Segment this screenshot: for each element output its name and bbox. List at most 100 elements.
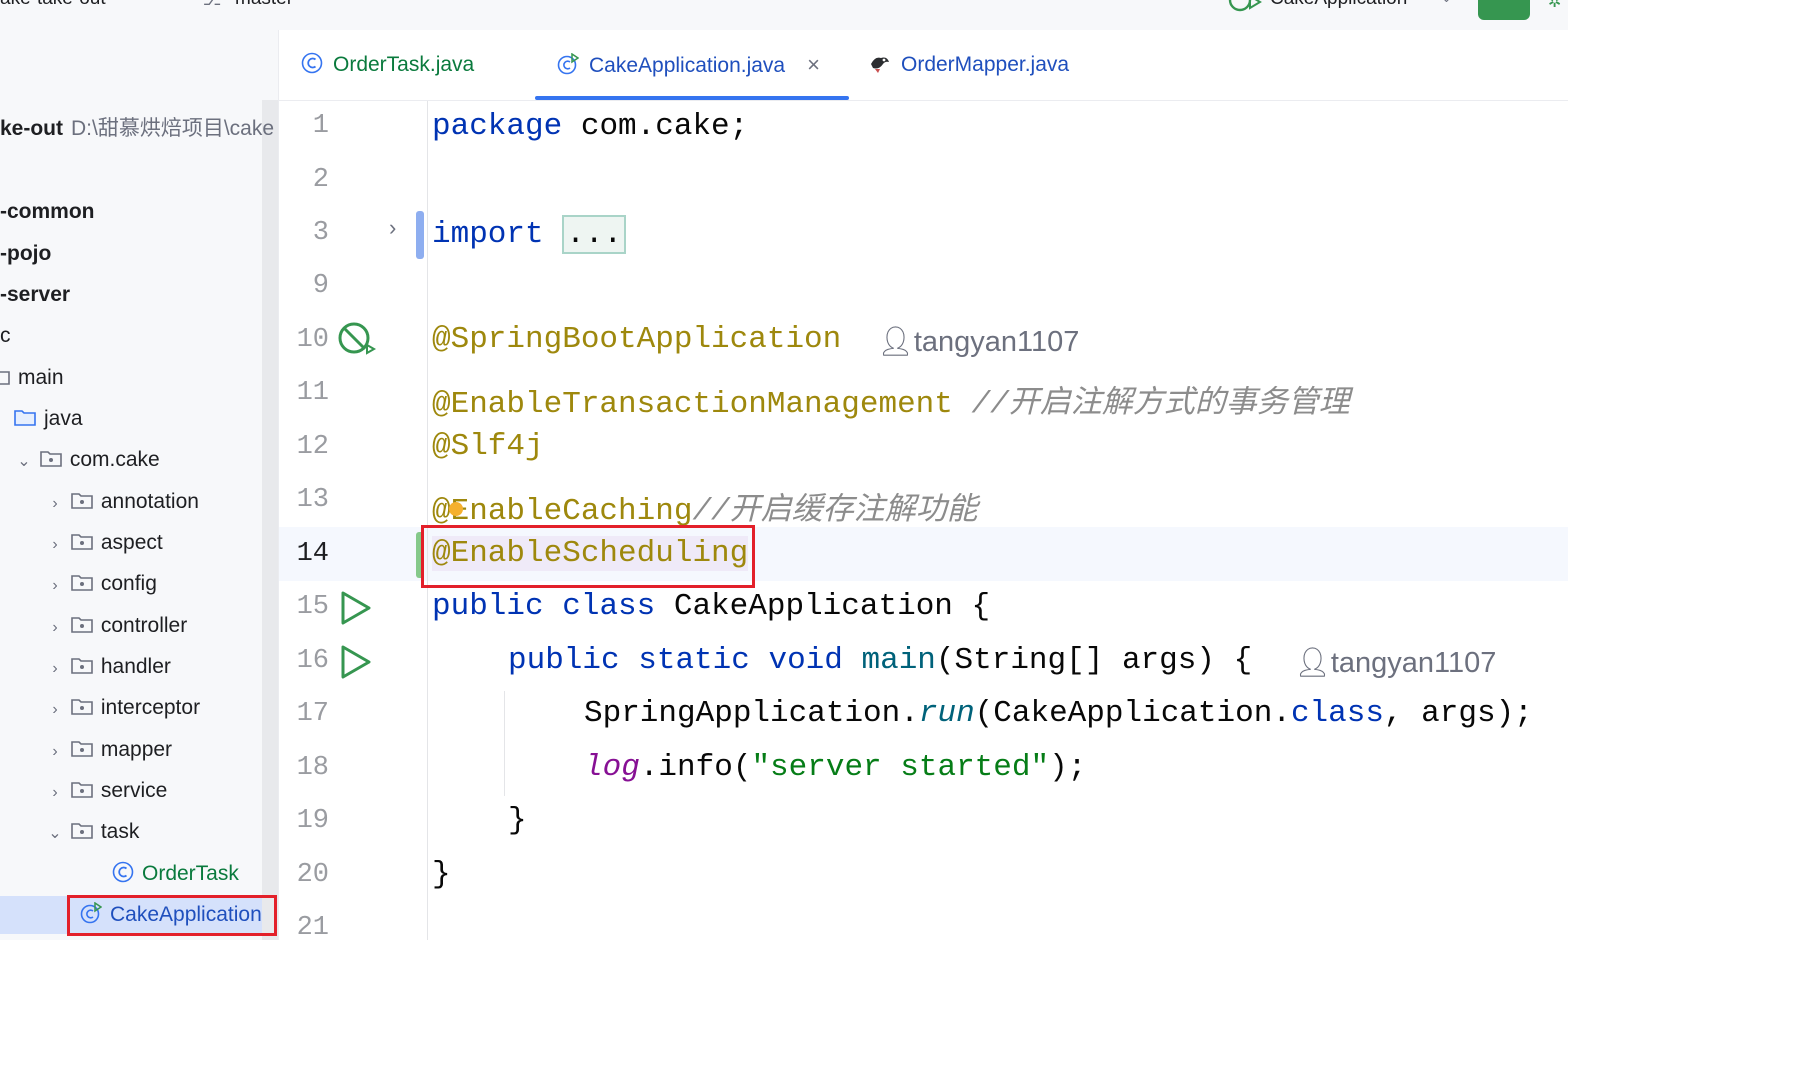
tree-item-label: c — [0, 324, 11, 347]
keyword: package — [432, 109, 563, 144]
package-icon — [71, 823, 93, 840]
spring-boot-gutter-icon[interactable] — [337, 319, 377, 359]
lightbulb-icon[interactable] — [448, 502, 463, 516]
tree-item-task[interactable]: ⌄ task — [45, 813, 139, 851]
code-text: (String[] args) { — [935, 643, 1253, 678]
highlight-box-enablescheduling — [421, 525, 755, 588]
chevron-right-icon[interactable]: › — [45, 609, 65, 647]
tree-item-com-cake[interactable]: ⌄ com.cake — [14, 441, 159, 481]
package-icon — [71, 617, 93, 634]
class-icon — [301, 53, 323, 74]
package-icon — [71, 699, 93, 716]
comment: //开启缓存注解功能 — [692, 494, 978, 529]
chevron-right-icon[interactable]: › — [45, 526, 65, 564]
sidebar-scrollbar[interactable] — [262, 100, 278, 940]
tree-item-server[interactable]: -server — [0, 276, 70, 314]
tree-item-annotation[interactable]: › annotation — [45, 483, 199, 521]
code-line-3: import ... — [432, 215, 627, 254]
tree-item-ordertask[interactable]: OrderTask — [112, 855, 239, 893]
run-gutter-icon[interactable] — [339, 644, 373, 680]
line-number: 13 — [296, 485, 329, 515]
line-number: 12 — [296, 432, 329, 462]
static-field: log — [584, 750, 640, 785]
tree-item-label: java — [44, 407, 83, 430]
line-number: 10 — [296, 325, 329, 355]
author-name: tangyan1107 — [913, 326, 1080, 358]
tree-item-mapper[interactable]: › mapper — [45, 731, 172, 769]
tree-item-label: aspect — [100, 531, 163, 554]
code-editor[interactable]: 1 2 3 9 10 11 12 13 14 15 16 17 18 19 20… — [279, 101, 1568, 940]
tree-item-label: OrderTask — [142, 862, 239, 885]
run-configuration-selector[interactable]: CakeApplication — [1270, 0, 1407, 10]
tree-item-src[interactable]: c — [0, 317, 11, 355]
user-icon: 👤︎ — [1294, 647, 1331, 679]
line-number: 11 — [296, 378, 329, 408]
chevron-right-icon[interactable]: › — [45, 733, 65, 771]
tree-item-service[interactable]: › service — [45, 772, 167, 810]
keyword: import — [432, 217, 544, 252]
module-path: D:\甜慕烘焙项目\cake — [71, 117, 275, 140]
tree-item-main[interactable]: main — [0, 359, 64, 397]
tree-item-interceptor[interactable]: › interceptor — [45, 689, 200, 727]
code-line-19: } — [508, 803, 527, 838]
run-button[interactable] — [1478, 0, 1530, 20]
module-name: ke-out — [0, 117, 63, 140]
tree-item-pojo[interactable]: -pojo — [0, 235, 51, 273]
tab-cakeapplication[interactable]: CakeApplication.java × — [557, 30, 820, 100]
folder-icon — [0, 371, 10, 386]
tree-item-label: -server — [0, 283, 71, 306]
tree-item-java[interactable]: java — [14, 400, 83, 438]
tree-item-controller[interactable]: › controller — [45, 607, 187, 645]
active-tab-indicator — [535, 96, 849, 100]
tree-item-aspect[interactable]: › aspect — [45, 524, 163, 564]
annotation-text: EnableCaching — [450, 494, 693, 529]
package-icon — [71, 658, 93, 675]
chevron-down-icon[interactable]: ⌄ — [1441, 0, 1452, 6]
tab-label: OrderMapper.java — [901, 53, 1070, 76]
chevron-right-icon[interactable]: › — [45, 774, 65, 812]
chevron-down-icon[interactable]: ⌄ — [45, 815, 65, 853]
debug-icon[interactable]: ✲ — [1548, 0, 1561, 12]
vcs-change-marker[interactable] — [416, 211, 424, 259]
code-text: , args); — [1383, 696, 1533, 731]
line-number: 1 — [312, 111, 329, 141]
chevron-right-icon[interactable]: › — [45, 485, 65, 523]
source-folder-icon — [14, 410, 36, 427]
code-line-11: @EnableTransactionManagement //开启注解方式的事务… — [432, 376, 1350, 422]
code-author-hint[interactable]: 👤︎tangyan1107 — [877, 325, 1079, 359]
close-icon[interactable]: × — [807, 30, 820, 100]
tree-root-module[interactable]: ke-out D:\甜慕烘焙项目\cake — [0, 110, 274, 148]
tree-item-config[interactable]: › config — [45, 565, 157, 603]
line-number: 21 — [296, 913, 329, 940]
spring-boot-class-icon — [557, 53, 579, 75]
line-number: 18 — [296, 753, 329, 783]
tree-item-common[interactable]: -common — [0, 193, 95, 231]
run-gutter-icon[interactable] — [339, 590, 373, 626]
chevron-right-icon[interactable]: › — [45, 691, 65, 729]
keyword: static — [638, 643, 750, 678]
code-line-17: SpringApplication.run(CakeApplication.cl… — [584, 696, 1533, 731]
folded-imports[interactable]: ... — [562, 215, 627, 254]
branch-name[interactable]: master — [235, 0, 293, 10]
code-author-hint[interactable]: 👤︎tangyan1107 — [1294, 646, 1496, 680]
tree-item-label: -common — [0, 200, 95, 223]
code-line-15: public class CakeApplication { — [432, 589, 990, 624]
class-icon — [112, 862, 134, 883]
chevron-right-icon[interactable]: › — [45, 567, 65, 605]
chevron-right-icon[interactable]: › — [45, 650, 65, 688]
code-text: .info( — [639, 750, 752, 785]
tab-ordermapper[interactable]: OrderMapper.java — [869, 30, 1069, 100]
line-number: 9 — [312, 271, 329, 301]
tree-item-handler[interactable]: › handler — [45, 648, 171, 686]
keyword: public — [508, 643, 620, 678]
project-name[interactable]: ake-take-out — [0, 0, 106, 10]
spring-app-icon — [1228, 0, 1262, 12]
tab-ordertask[interactable]: OrderTask.java — [301, 30, 474, 100]
static-method-call: run — [918, 696, 975, 731]
chevron-down-icon[interactable]: ⌄ — [14, 443, 34, 481]
keyword: class — [562, 589, 656, 624]
tree-item-label: interceptor — [100, 696, 201, 719]
fold-expand-icon[interactable]: › — [389, 215, 396, 241]
code-text: ); — [1049, 750, 1087, 785]
line-number: 16 — [296, 646, 329, 676]
